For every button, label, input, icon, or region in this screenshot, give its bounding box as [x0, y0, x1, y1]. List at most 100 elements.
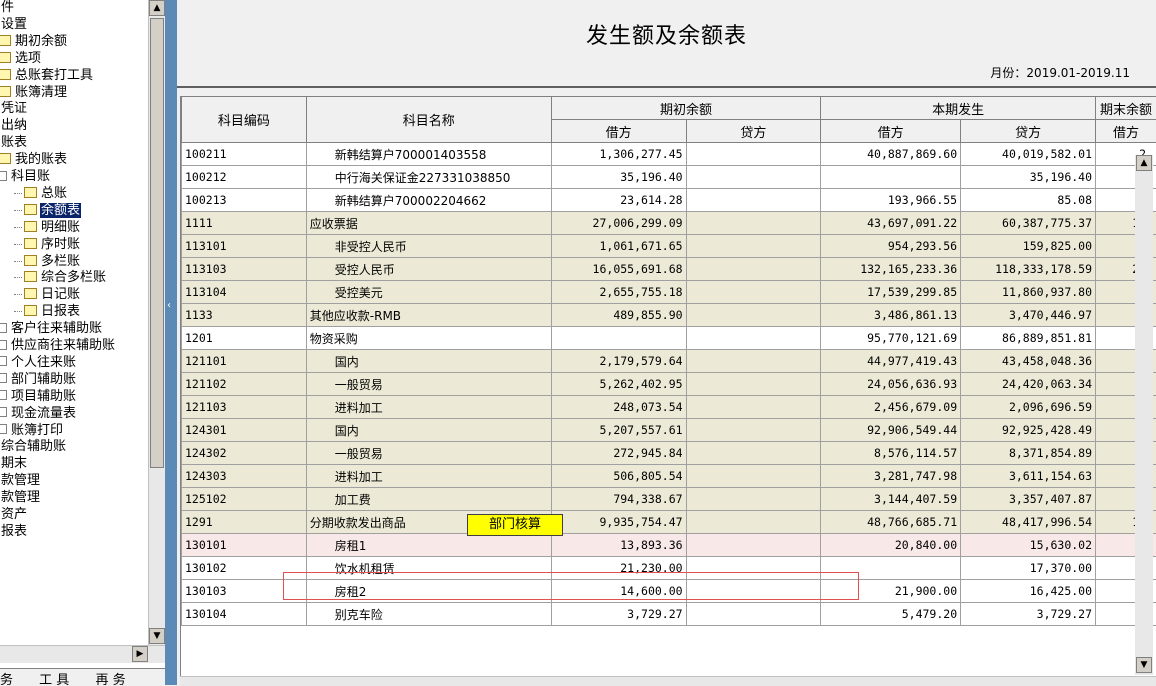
cell-opening-debit[interactable]: 2,179,579.64 — [551, 350, 686, 373]
tree-node[interactable]: 余额表 — [0, 203, 81, 219]
cell-current-debit[interactable]: 40,887,869.60 — [821, 143, 961, 166]
tree-node[interactable]: 明细账 — [0, 220, 81, 236]
cell-current-credit[interactable]: 40,019,582.01 — [961, 143, 1096, 166]
cell-account-code[interactable]: 113104 — [182, 281, 307, 304]
tab-other[interactable]: 再 务 — [95, 669, 125, 685]
scroll-right-arrow-icon[interactable]: ▶ — [132, 646, 148, 662]
cell-account-code[interactable]: 124301 — [182, 419, 307, 442]
cell-current-debit[interactable]: 24,056,636.93 — [821, 373, 961, 396]
cell-opening-credit[interactable] — [686, 304, 821, 327]
tab-business[interactable]: 务 — [0, 669, 13, 685]
tree-scroll-thumb[interactable] — [150, 18, 164, 468]
cell-opening-credit[interactable] — [686, 212, 821, 235]
cell-current-debit[interactable]: 17,539,299.85 — [821, 281, 961, 304]
cell-opening-debit[interactable]: 16,055,691.68 — [551, 258, 686, 281]
expander-icon[interactable] — [0, 424, 7, 434]
scroll-down-arrow-icon[interactable]: ▼ — [149, 628, 165, 644]
tree-node[interactable]: 报表 — [0, 524, 28, 540]
cell-current-credit[interactable]: 8,371,854.89 — [961, 442, 1096, 465]
expander-icon[interactable] — [0, 373, 7, 383]
tab-tools[interactable]: 工 具 — [39, 669, 69, 685]
scroll-up-arrow-icon[interactable]: ▲ — [149, 0, 165, 16]
cell-opening-debit[interactable]: 35,196.40 — [551, 166, 686, 189]
cell-account-name[interactable]: 新韩结算户700001403558 — [306, 143, 551, 166]
cell-opening-credit[interactable] — [686, 281, 821, 304]
cell-current-credit[interactable]: 3,729.27 — [961, 603, 1096, 626]
cell-opening-debit[interactable]: 5,262,402.95 — [551, 373, 686, 396]
cell-account-code[interactable]: 100213 — [182, 189, 307, 212]
cell-current-credit[interactable]: 118,333,178.59 — [961, 258, 1096, 281]
cell-current-credit[interactable]: 17,370.00 — [961, 557, 1096, 580]
tree-node[interactable]: 总账套打工具 — [0, 68, 94, 84]
cell-opening-debit[interactable] — [551, 327, 686, 350]
cell-account-name[interactable]: 受控美元 — [306, 281, 551, 304]
cell-account-code[interactable]: 100211 — [182, 143, 307, 166]
tree-node[interactable]: 日报表 — [0, 304, 81, 320]
cell-current-credit[interactable]: 16,425.00 — [961, 580, 1096, 603]
header-opening-debit[interactable]: 借方 — [551, 120, 686, 143]
table-row[interactable]: 1291分期收款发出商品9,935,754.4748,766,685.7148,… — [182, 511, 1156, 534]
tree-node[interactable]: 日记账 — [0, 287, 81, 303]
tree-node[interactable]: 总账 — [0, 186, 68, 202]
tree-vertical-scrollbar[interactable]: ▲ ▼ — [148, 0, 166, 655]
cell-account-code[interactable]: 130104 — [182, 603, 307, 626]
tree-node[interactable]: 凭证 — [0, 101, 28, 117]
cell-current-debit[interactable]: 3,486,861.13 — [821, 304, 961, 327]
cell-account-code[interactable]: 121103 — [182, 396, 307, 419]
table-row[interactable]: 121101国内2,179,579.6444,977,419.4343,458,… — [182, 350, 1156, 373]
cell-opening-credit[interactable] — [686, 534, 821, 557]
cell-current-debit[interactable]: 43,697,091.22 — [821, 212, 961, 235]
cell-opening-debit[interactable]: 9,935,754.47 — [551, 511, 686, 534]
tree-node[interactable]: 项目辅助账 — [0, 389, 77, 405]
table-row[interactable]: 124303进料加工506,805.543,281,747.983,611,15… — [182, 465, 1156, 488]
table-row[interactable]: 121102一般贸易5,262,402.9524,056,636.9324,42… — [182, 373, 1156, 396]
table-row[interactable]: 124301国内5,207,557.6192,906,549.4492,925,… — [182, 419, 1156, 442]
cell-opening-credit[interactable] — [686, 419, 821, 442]
expander-icon[interactable] — [0, 340, 7, 350]
table-row[interactable]: 124302一般贸易272,945.848,576,114.578,371,85… — [182, 442, 1156, 465]
tree-node[interactable]: 综合辅助账 — [0, 439, 67, 455]
cell-current-debit[interactable]: 48,766,685.71 — [821, 511, 961, 534]
cell-opening-credit[interactable] — [686, 603, 821, 626]
cell-current-debit[interactable]: 95,770,121.69 — [821, 327, 961, 350]
collapse-arrow-icon[interactable]: ‹ — [167, 300, 171, 311]
cell-current-credit[interactable]: 11,860,937.80 — [961, 281, 1096, 304]
cell-account-code[interactable]: 100212 — [182, 166, 307, 189]
cell-opening-credit[interactable] — [686, 235, 821, 258]
cell-opening-debit[interactable]: 13,893.36 — [551, 534, 686, 557]
tree-node[interactable]: 序时账 — [0, 237, 81, 253]
cell-account-name[interactable]: 进料加工 — [306, 465, 551, 488]
cell-opening-debit[interactable]: 27,006,299.09 — [551, 212, 686, 235]
tree-node[interactable]: 部门辅助账 — [0, 372, 77, 388]
table-row[interactable]: 113103受控人民币16,055,691.68132,165,233.3611… — [182, 258, 1156, 281]
table-row[interactable]: 125102加工费794,338.673,144,407.593,357,407… — [182, 488, 1156, 511]
tree-node[interactable]: 个人往来账 — [0, 355, 77, 371]
cell-current-debit[interactable]: 132,165,233.36 — [821, 258, 961, 281]
cell-opening-debit[interactable]: 5,207,557.61 — [551, 419, 686, 442]
cell-current-credit[interactable]: 86,889,851.81 — [961, 327, 1096, 350]
cell-opening-debit[interactable]: 1,306,277.45 — [551, 143, 686, 166]
cell-account-name[interactable]: 新韩结算户700002204662 — [306, 189, 551, 212]
cell-account-code[interactable]: 1133 — [182, 304, 307, 327]
cell-opening-credit[interactable] — [686, 143, 821, 166]
cell-current-credit[interactable]: 3,357,407.87 — [961, 488, 1096, 511]
scroll-down-arrow-icon[interactable]: ▼ — [1136, 657, 1152, 673]
cell-account-code[interactable]: 1201 — [182, 327, 307, 350]
cell-opening-debit[interactable]: 794,338.67 — [551, 488, 686, 511]
header-account-name[interactable]: 科目名称 — [306, 97, 551, 143]
cell-opening-debit[interactable]: 489,855.90 — [551, 304, 686, 327]
cell-account-code[interactable]: 1291 — [182, 511, 307, 534]
table-row[interactable]: 100213新韩结算户70000220466223,614.28193,966.… — [182, 189, 1156, 212]
table-row[interactable]: 130104别克车险3,729.275,479.203,729.27 — [182, 603, 1156, 626]
tree-node[interactable]: 件 — [0, 0, 15, 16]
tree-node[interactable]: 账簿打印 — [0, 423, 64, 439]
cell-current-credit[interactable]: 48,417,996.54 — [961, 511, 1096, 534]
cell-opening-debit[interactable]: 272,945.84 — [551, 442, 686, 465]
cell-opening-debit[interactable]: 1,061,671.65 — [551, 235, 686, 258]
cell-opening-credit[interactable] — [686, 511, 821, 534]
cell-account-name[interactable]: 应收票据 — [306, 212, 551, 235]
tree-node[interactable]: 我的账表 — [0, 152, 68, 168]
tree-horizontal-scrollbar[interactable]: ▶ — [0, 645, 165, 663]
tree-node[interactable]: 出纳 — [0, 118, 28, 134]
cell-account-name[interactable]: 房租1 — [306, 534, 551, 557]
